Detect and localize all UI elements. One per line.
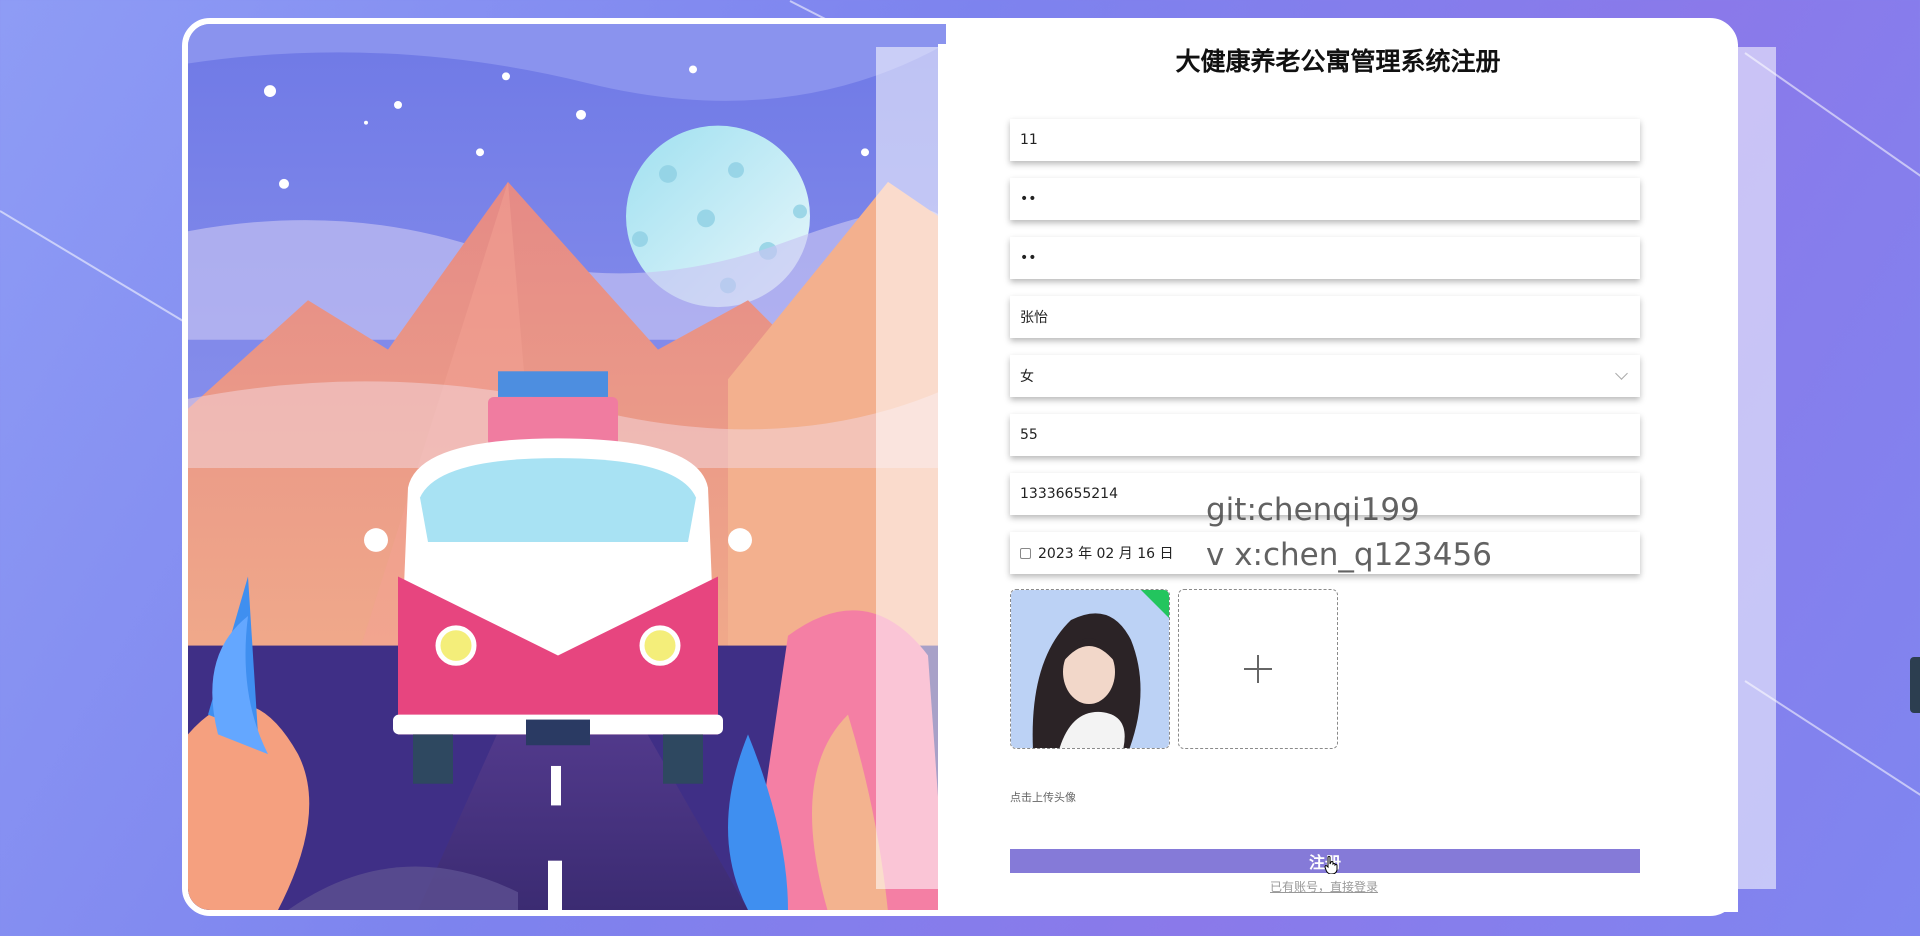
name-value: 张怡: [1020, 310, 1048, 326]
avatar-image: [1011, 590, 1169, 748]
avatar-preview[interactable]: [1010, 589, 1170, 749]
login-link[interactable]: 已有账号，直接登录: [1270, 878, 1378, 895]
side-tab-handle[interactable]: [1910, 657, 1920, 713]
chevron-down-icon: [1615, 367, 1628, 380]
background-line: [0, 210, 207, 336]
password-field[interactable]: ••: [1010, 178, 1640, 220]
gender-select[interactable]: 女: [1010, 355, 1640, 397]
account-field[interactable]: 11: [1010, 119, 1640, 161]
watermark-line-1: git:chenqi199: [1206, 492, 1420, 528]
confirm-password-value: ••: [1020, 250, 1037, 266]
age-value: 55: [1020, 427, 1038, 443]
confirm-password-field[interactable]: ••: [1010, 237, 1640, 279]
password-value: ••: [1020, 191, 1037, 207]
birth-date-value: 2023 年 02 月 16 日: [1038, 546, 1174, 562]
phone-value: 13336655214: [1020, 486, 1118, 502]
gender-value: 女: [1020, 369, 1034, 385]
name-field[interactable]: 张怡: [1010, 296, 1640, 338]
date-checkbox[interactable]: [1020, 547, 1031, 559]
watermark-line-2: v x:chen_q123456: [1206, 537, 1492, 573]
hand-cursor-icon: [1324, 856, 1338, 874]
upload-hint: 点击上传头像: [1010, 791, 1076, 804]
travel-illustration: [188, 24, 946, 910]
add-avatar-button[interactable]: [1178, 589, 1338, 749]
age-field[interactable]: 55: [1010, 414, 1640, 456]
account-value: 11: [1020, 132, 1038, 148]
page-title: 大健康养老公寓管理系统注册: [1175, 47, 1501, 76]
